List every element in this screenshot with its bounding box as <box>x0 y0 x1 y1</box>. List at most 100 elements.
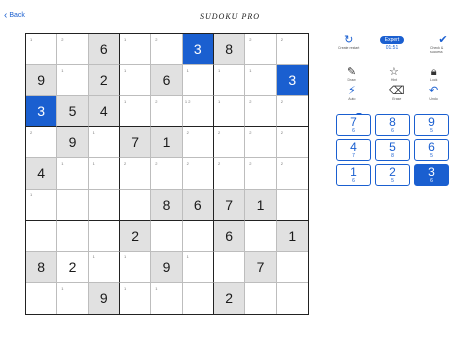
sudoku-cell[interactable]: 8 <box>214 34 246 66</box>
sudoku-cell[interactable]: 2 <box>245 34 277 66</box>
sudoku-cell[interactable]: 2 <box>57 251 89 283</box>
sudoku-cell[interactable]: 2 <box>120 220 152 252</box>
sudoku-cell[interactable] <box>245 220 277 252</box>
sudoku-cell[interactable]: 2 <box>26 127 58 159</box>
numpad-key-7[interactable]: 76 <box>336 114 371 136</box>
sudoku-cell[interactable]: 1 2 <box>182 96 214 128</box>
sudoku-cell[interactable]: 6 <box>182 189 214 221</box>
sudoku-cell[interactable] <box>151 220 183 252</box>
sudoku-cell[interactable]: 2 <box>276 127 308 159</box>
sudoku-cell[interactable]: 6 <box>151 65 183 97</box>
sudoku-cell[interactable]: 1 <box>57 158 89 190</box>
sudoku-cell[interactable]: 4 <box>26 158 58 190</box>
sudoku-cell[interactable]: 1 <box>57 282 89 314</box>
sudoku-cell[interactable]: 1 <box>151 282 183 314</box>
sudoku-cell[interactable]: 1 <box>120 96 152 128</box>
numpad-key-5[interactable]: 58 <box>375 139 410 161</box>
sudoku-cell[interactable]: 1 <box>88 127 120 159</box>
draw-button[interactable]: ✎ Draw <box>347 66 356 82</box>
sudoku-cell[interactable]: 2 <box>214 282 246 314</box>
sudoku-cell[interactable] <box>120 189 152 221</box>
lock-button[interactable]: 🔒︎ Lock <box>430 66 437 82</box>
sudoku-cell[interactable] <box>88 189 120 221</box>
cell-notes: 1 <box>245 65 275 95</box>
sudoku-cell[interactable]: 6 <box>88 34 120 66</box>
hint-button[interactable]: ☆ Hint <box>389 66 399 82</box>
sudoku-cell[interactable] <box>57 189 89 221</box>
sudoku-cell[interactable]: 1 <box>276 220 308 252</box>
restart-button[interactable]: ↻ Create restart <box>338 34 359 50</box>
sudoku-cell[interactable]: 2 <box>214 127 246 159</box>
numpad-key-3[interactable]: 36 <box>414 164 449 186</box>
sudoku-cell[interactable]: 1 <box>120 65 152 97</box>
sudoku-cell[interactable] <box>277 283 308 314</box>
numpad-key-2[interactable]: 25 <box>375 164 410 186</box>
sudoku-cell[interactable] <box>183 282 214 314</box>
sudoku-cell[interactable]: 1 <box>245 65 277 97</box>
difficulty-badge[interactable]: Expert <box>379 36 405 44</box>
sudoku-cell[interactable] <box>214 251 246 283</box>
sudoku-cell[interactable]: 1 <box>120 34 152 66</box>
sudoku-cell[interactable]: 1 <box>88 158 120 190</box>
auto-button[interactable]: ⚡︎ Auto <box>348 85 356 101</box>
sudoku-cell[interactable]: 1 <box>57 65 89 97</box>
sudoku-cell[interactable]: 8 <box>26 251 58 283</box>
numpad-key-8[interactable]: 86 <box>375 114 410 136</box>
sudoku-cell[interactable]: 7 <box>120 127 152 159</box>
sudoku-cell[interactable]: 9 <box>26 65 58 97</box>
sudoku-cell[interactable]: 5 <box>57 96 89 128</box>
sudoku-cell[interactable] <box>276 190 308 221</box>
sudoku-cell[interactable] <box>26 220 58 252</box>
sudoku-cell[interactable]: 2 <box>245 158 277 190</box>
sudoku-cell[interactable]: 7 <box>214 189 246 221</box>
sudoku-cell[interactable] <box>245 282 277 314</box>
sudoku-cell[interactable]: 1 <box>88 251 120 283</box>
sudoku-cell[interactable]: 1 <box>214 65 246 97</box>
sudoku-cell[interactable] <box>26 282 58 314</box>
sudoku-cell[interactable]: 2 <box>88 65 120 97</box>
sudoku-cell[interactable]: 2 <box>245 127 277 159</box>
sudoku-cell[interactable]: 7 <box>245 251 277 283</box>
sudoku-cell[interactable]: 2 <box>182 158 214 190</box>
sudoku-cell[interactable]: 1 <box>182 65 214 97</box>
numpad-key-9[interactable]: 95 <box>414 114 449 136</box>
sudoku-cell[interactable]: 2 <box>276 158 308 190</box>
sudoku-cell[interactable] <box>88 220 120 252</box>
sudoku-cell[interactable]: 1 <box>245 189 277 221</box>
undo-button[interactable]: ↶ Undo <box>429 85 438 101</box>
sudoku-cell[interactable]: 9 <box>151 251 183 283</box>
sudoku-cell[interactable]: 9 <box>57 127 89 159</box>
sudoku-cell[interactable]: 2 <box>151 96 183 128</box>
numpad-key-4[interactable]: 47 <box>336 139 371 161</box>
sudoku-cell[interactable]: 2 <box>276 96 308 128</box>
sudoku-cell[interactable]: 1 <box>26 34 58 66</box>
sudoku-cell[interactable]: 2 <box>182 127 214 159</box>
numpad-key-1[interactable]: 16 <box>336 164 371 186</box>
sudoku-cell[interactable]: 1 <box>120 251 152 283</box>
sudoku-cell[interactable]: 2 <box>245 96 277 128</box>
sudoku-cell[interactable]: 2 <box>151 158 183 190</box>
sudoku-cell[interactable]: 6 <box>214 220 246 252</box>
sudoku-cell[interactable]: 1 <box>120 282 152 314</box>
sudoku-cell[interactable] <box>182 220 214 252</box>
sudoku-cell[interactable]: 8 <box>151 189 183 221</box>
sudoku-cell[interactable] <box>57 220 89 252</box>
sudoku-cell[interactable]: 1 <box>151 127 183 159</box>
check-button[interactable]: ✔ Check & success <box>430 34 456 54</box>
sudoku-cell[interactable]: 2 <box>120 158 152 190</box>
sudoku-cell[interactable]: 4 <box>88 96 120 128</box>
sudoku-cell[interactable]: 9 <box>88 282 120 314</box>
sudoku-cell[interactable]: 1 <box>26 189 58 221</box>
sudoku-cell[interactable]: 1 <box>182 251 214 283</box>
numpad-key-6[interactable]: 65 <box>414 139 449 161</box>
sudoku-cell[interactable] <box>276 252 308 283</box>
sudoku-cell[interactable]: 2 <box>214 158 246 190</box>
sudoku-cell[interactable]: 2 <box>151 34 183 66</box>
erase-button[interactable]: ⌫ Erase <box>389 85 405 101</box>
sudoku-cell[interactable]: 2 <box>57 34 89 66</box>
sudoku-cell[interactable]: 3 <box>182 34 214 66</box>
sudoku-cell[interactable]: 2 <box>276 34 308 66</box>
sudoku-cell[interactable]: 1 <box>214 96 246 128</box>
sudoku-cell[interactable]: 3 <box>26 96 58 128</box>
sudoku-cell[interactable]: 3 <box>276 65 308 97</box>
